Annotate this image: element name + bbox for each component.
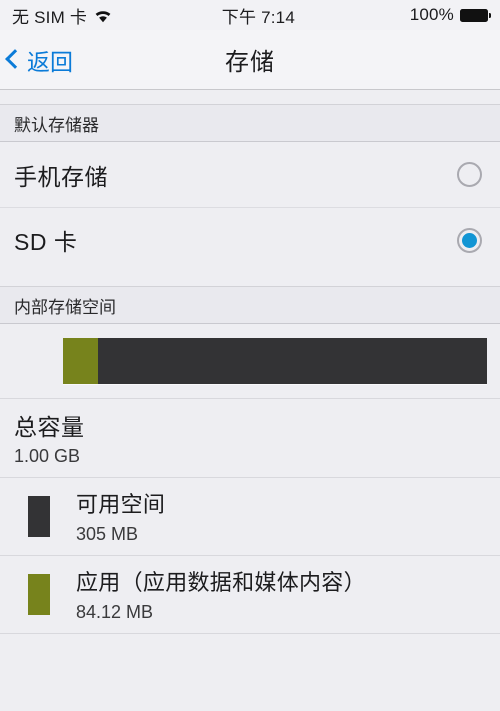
section-header-default-storage: 默认存储器 (0, 104, 500, 142)
legend-swatch-available-space (28, 495, 50, 537)
storage-bar-segment-free (97, 338, 487, 384)
page-title: 存储 (225, 49, 275, 76)
section-spacer-internal (0, 272, 500, 286)
radio-sd-card[interactable] (457, 227, 482, 253)
legend-text-available-space: 可用空间 305 MB (76, 487, 486, 545)
status-bar: 无 SIM 卡 下午 7:14 100% (0, 0, 500, 30)
status-bar-left: 无 SIM 卡 (12, 3, 113, 28)
section-header-internal-storage: 内部存储空间 (0, 286, 500, 324)
legend-value-available-space: 305 MB (76, 524, 139, 544)
radio-phone-storage[interactable] (457, 162, 482, 187)
legend-swatch-apps (28, 573, 50, 615)
option-row-phone-storage[interactable]: 手机存储 (0, 142, 500, 207)
storage-usage-bar (63, 338, 487, 384)
legend-value-apps: 84.12 MB (76, 602, 154, 622)
wifi-icon (93, 8, 113, 23)
legend-row-apps[interactable]: 应用（应用数据和媒体内容） 84.12 MB (0, 556, 500, 634)
option-row-sd-card[interactable]: SD 卡 (0, 207, 500, 272)
navigation-bar: 返回 存储 (0, 30, 500, 90)
carrier-label: 无 SIM 卡 (12, 7, 88, 27)
section-header-default-storage-label: 默认存储器 (14, 115, 99, 135)
option-label-phone-storage: 手机存储 (14, 163, 108, 190)
section-header-internal-storage-label: 内部存储空间 (14, 297, 116, 317)
battery-full-icon (460, 8, 491, 22)
total-capacity-value: 1.00 GB (14, 446, 81, 466)
total-capacity-label: 总容量 (14, 414, 85, 440)
section-spacer-top (0, 90, 500, 104)
total-capacity-row: 总容量 1.00 GB (0, 399, 500, 478)
status-bar-right: 100% (409, 5, 491, 25)
storage-bar-container (0, 324, 500, 399)
legend-label-apps: 应用（应用数据和媒体内容） (76, 570, 366, 595)
legend-text-apps: 应用（应用数据和媒体内容） 84.12 MB (76, 565, 486, 623)
storage-bar-segment-apps (63, 338, 98, 384)
back-button-label: 返回 (27, 48, 73, 75)
legend-row-available-space[interactable]: 可用空间 305 MB (0, 478, 500, 556)
battery-percent-label: 100% (409, 5, 454, 24)
back-button[interactable]: 返回 (0, 43, 73, 77)
option-label-sd-card: SD 卡 (14, 229, 78, 255)
status-bar-clock: 下午 7:14 (221, 7, 295, 27)
chevron-left-icon (5, 49, 25, 69)
legend-label-available-space: 可用空间 (76, 492, 166, 517)
